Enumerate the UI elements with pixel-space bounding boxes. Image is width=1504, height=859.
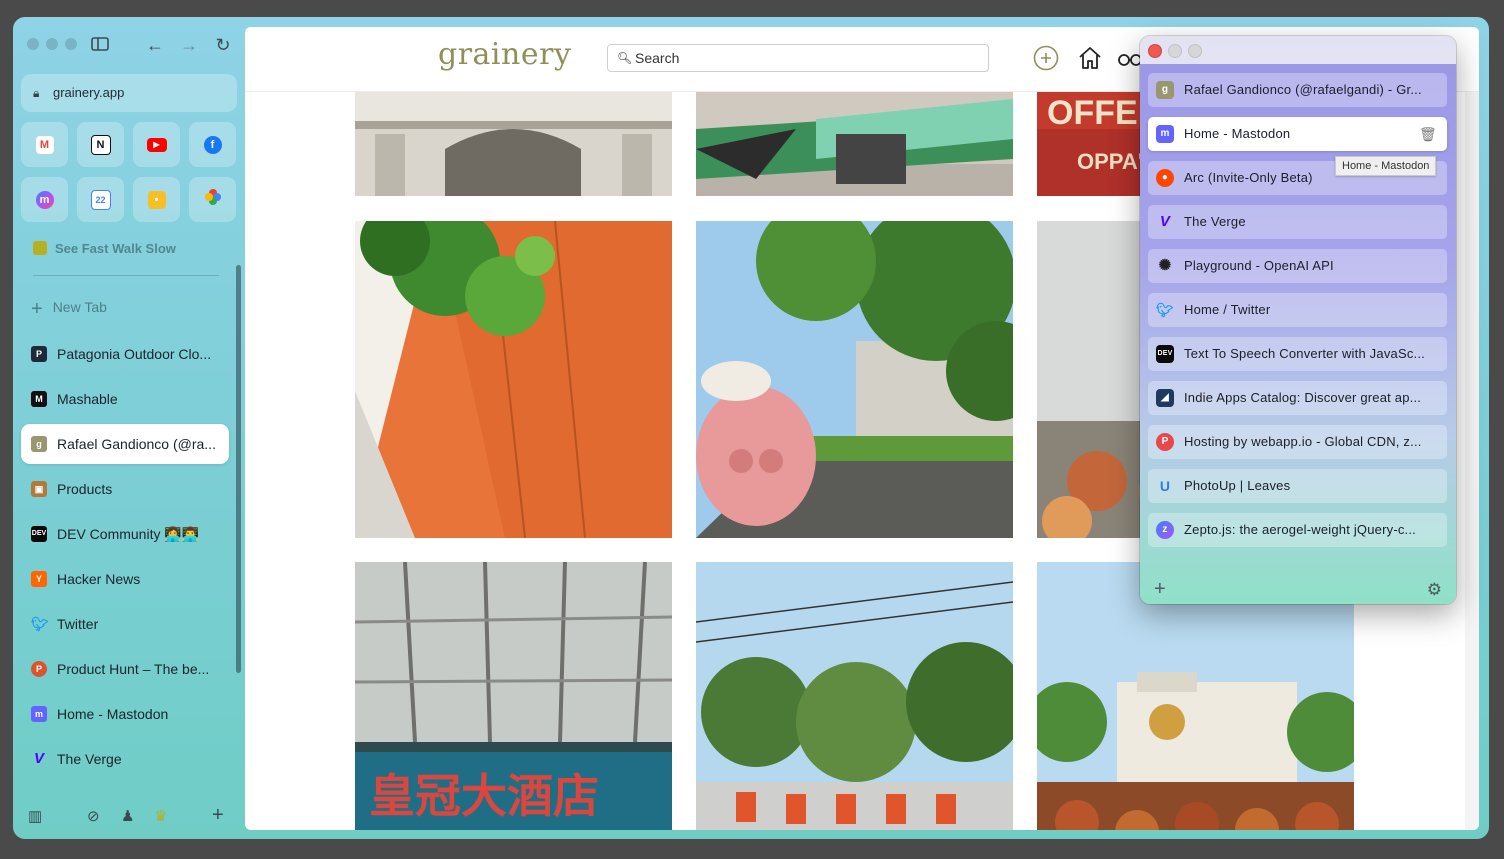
popup-settings-gear-icon[interactable]: ⚙	[1427, 580, 1442, 600]
sidebar-tab-dev[interactable]: DEV DEV Community 👩‍💻👨‍💻	[21, 514, 229, 554]
sidebar-tab-verge[interactable]: V The Verge	[21, 739, 229, 779]
box-icon: ▣	[31, 481, 47, 497]
sidebar-tab-product-hunt[interactable]: P Product Hunt – The be...	[21, 649, 229, 689]
popup-tab-openai[interactable]: ✺ Playground - OpenAI API	[1148, 249, 1447, 283]
favorite-notion[interactable]: N	[77, 122, 124, 167]
indieapps-icon: ◢	[1156, 389, 1174, 407]
favorite-photos[interactable]	[189, 177, 236, 222]
sidebar-scrollbar[interactable]	[236, 265, 241, 673]
tab-switcher-popup: g Rafael Gandionco (@rafaelgandi) - Gr..…	[1140, 36, 1456, 604]
space-muted-icon[interactable]: ⊘	[87, 807, 100, 825]
favorite-gmail[interactable]: M	[21, 122, 68, 167]
popup-tab-verge[interactable]: V The Verge	[1148, 205, 1447, 239]
search-icon: 🔍︎	[617, 51, 633, 65]
grainery-icon: g	[31, 436, 47, 452]
sidebar-tab-patagonia[interactable]: P Patagonia Outdoor Clo...	[21, 334, 229, 374]
verge-icon: V	[1159, 213, 1171, 230]
dev-icon: DEV	[31, 526, 47, 542]
patagonia-icon: P	[31, 346, 47, 362]
url-text: grainery.app	[53, 85, 125, 100]
sidebar-tab-hacker-news[interactable]: Y Hacker News	[21, 559, 229, 599]
svg-text:皇冠大酒店: 皇冠大酒店	[369, 769, 599, 823]
sidebar-divider	[33, 275, 219, 276]
photo-tile[interactable]	[696, 562, 1013, 830]
popup-tab-indie-apps[interactable]: ◢ Indie Apps Catalog: Discover great ap.…	[1148, 381, 1447, 415]
space-emoji-icon	[33, 241, 47, 255]
popup-tab-twitter[interactable]: 🐦︎ Home / Twitter	[1148, 293, 1447, 327]
youtube-icon: ▶	[146, 137, 167, 152]
window-zoom-button[interactable]	[65, 38, 77, 50]
upload-plus-icon[interactable]	[1033, 45, 1059, 71]
space-name[interactable]: See Fast Walk Slow	[33, 241, 176, 256]
sidebar-toggle-icon[interactable]	[89, 34, 111, 56]
dev-icon: DEV	[1156, 345, 1174, 363]
sidebar-tab-twitter[interactable]: 🐦︎ Twitter	[21, 604, 229, 644]
openai-icon: ✺	[1158, 257, 1172, 274]
grainery-icon: g	[1156, 81, 1174, 99]
reddit-icon: ●	[1156, 169, 1174, 187]
site-logo[interactable]: grainery	[438, 37, 571, 72]
search-input[interactable]: 🔍︎ Search	[607, 44, 989, 72]
webapp-icon: P	[1156, 433, 1174, 451]
library-icon[interactable]: ▥	[28, 807, 42, 825]
reload-icon[interactable]: ↻	[212, 34, 234, 56]
popup-tab-photoup[interactable]: U PhotoUp | Leaves	[1148, 469, 1447, 503]
sidebar-tab-products[interactable]: ▣ Products	[21, 469, 229, 509]
trash-icon[interactable]: 🗑︎	[1419, 117, 1437, 151]
url-bar[interactable]: 🔒︎ grainery.app	[21, 74, 237, 112]
photos-icon	[204, 188, 222, 211]
back-icon[interactable]: ←	[144, 34, 166, 56]
twitter-icon: 🐦︎	[31, 616, 49, 632]
lock-icon: 🔒︎	[33, 86, 40, 100]
hackernews-icon: Y	[31, 571, 47, 587]
sidebar-tab-mastodon[interactable]: m Home - Mastodon	[21, 694, 229, 734]
popup-minimize-button[interactable]	[1168, 44, 1182, 58]
mashable-icon: M	[31, 391, 47, 407]
forward-icon[interactable]: →	[178, 34, 200, 56]
popup-zoom-button[interactable]	[1188, 44, 1202, 58]
popup-new-tab-plus-icon[interactable]: +	[1154, 578, 1166, 601]
facebook-icon: f	[203, 135, 222, 154]
popup-tab-zepto[interactable]: z Zepto.js: the aerogel-weight jQuery-c.…	[1148, 513, 1447, 547]
photo-tile[interactable]	[696, 221, 1013, 538]
producthunt-icon: P	[31, 661, 47, 677]
notion-icon: N	[90, 134, 111, 155]
tab-tooltip: Home - Mastodon	[1335, 156, 1437, 176]
popup-tab-grainery[interactable]: g Rafael Gandionco (@rafaelgandi) - Gr..…	[1148, 73, 1447, 107]
photo-tile[interactable]: 皇冠大酒店	[355, 562, 672, 830]
mastodon-icon: m	[31, 706, 47, 722]
gmail-icon: M	[35, 135, 54, 154]
popup-tab-mastodon[interactable]: m Home - Mastodon 🗑︎	[1148, 117, 1447, 151]
calendar-icon: 22	[90, 189, 111, 210]
verge-icon: V	[33, 750, 44, 767]
twitter-icon: 🐦︎	[1156, 302, 1174, 318]
new-space-plus-icon[interactable]: +	[212, 804, 224, 827]
new-tab-button[interactable]: + New Tab	[31, 298, 107, 321]
sidebar-tab-grainery[interactable]: g Rafael Gandionco (@ra...	[21, 424, 229, 464]
favorite-facebook[interactable]: f	[189, 122, 236, 167]
plus-icon: +	[31, 298, 43, 320]
window-close-button[interactable]	[27, 38, 39, 50]
favorite-youtube[interactable]: ▶	[133, 122, 180, 167]
zepto-icon: z	[1156, 521, 1174, 539]
space-active-icon[interactable]: ♛	[154, 807, 167, 825]
popup-close-button[interactable]	[1148, 44, 1162, 58]
photo-tile[interactable]	[355, 221, 672, 538]
favorite-keep[interactable]: •	[133, 177, 180, 222]
popup-tab-dev[interactable]: DEV Text To Speech Converter with JavaSc…	[1148, 337, 1447, 371]
mastodon-icon: m	[1156, 125, 1174, 143]
window-minimize-button[interactable]	[46, 38, 58, 50]
favorite-messenger[interactable]: m	[21, 177, 68, 222]
favorite-calendar[interactable]: 22	[77, 177, 124, 222]
keep-icon: •	[147, 190, 166, 209]
space-person-icon[interactable]: ♟	[121, 807, 134, 825]
photoup-icon: U	[1159, 478, 1171, 494]
home-icon[interactable]	[1077, 45, 1103, 71]
sidebar: ← → ↻ 🔒︎ grainery.app M N ▶ f m 22 • See…	[13, 17, 245, 839]
popup-tab-webapp[interactable]: P Hosting by webapp.io - Global CDN, z..…	[1148, 425, 1447, 459]
messenger-icon: m	[35, 190, 54, 209]
popup-titlebar	[1140, 36, 1456, 64]
page-scrollbar[interactable]	[1465, 27, 1479, 830]
sidebar-tab-mashable[interactable]: M Mashable	[21, 379, 229, 419]
